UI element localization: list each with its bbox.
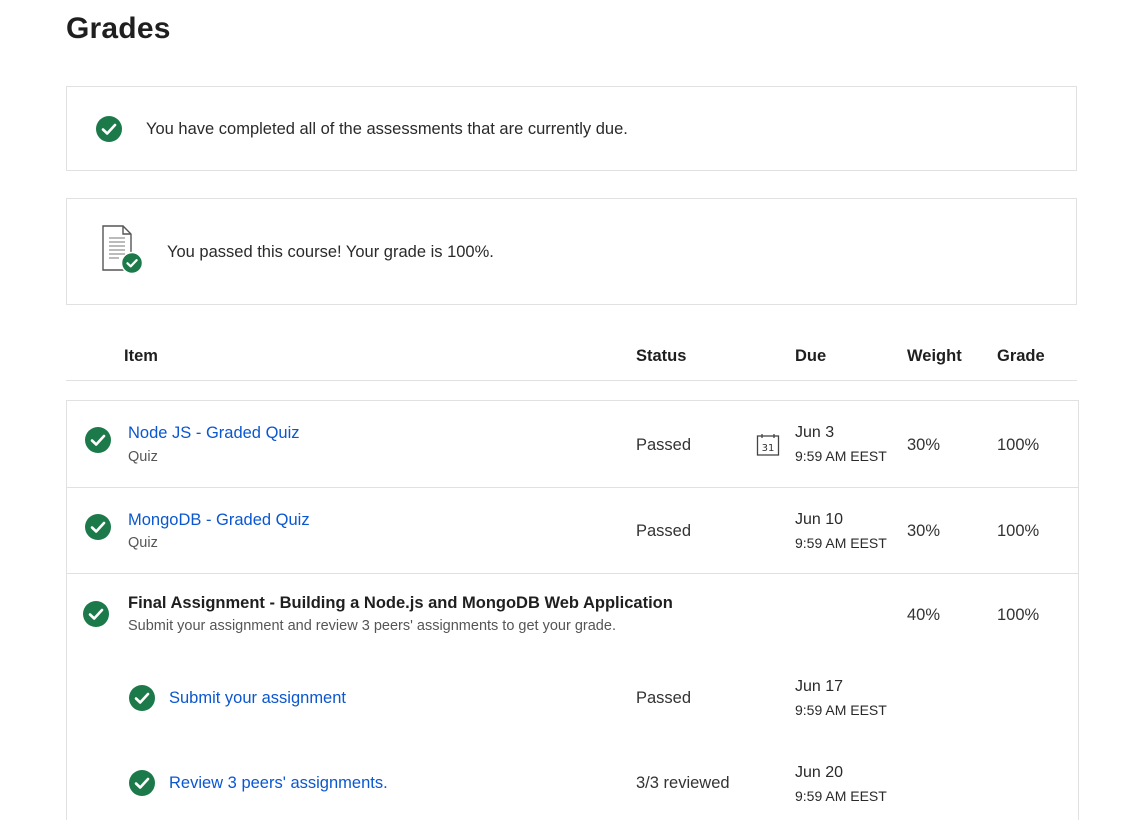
column-header-weight: Weight xyxy=(907,347,962,365)
assessments-complete-message: You have completed all of the assessment… xyxy=(146,120,628,138)
item-grade: 100% xyxy=(997,436,1040,454)
due-date: Jun 17 xyxy=(795,678,844,695)
check-circle-icon xyxy=(83,601,109,627)
due-time: 9:59 AM EEST xyxy=(795,788,887,804)
column-header-grade: Grade xyxy=(997,347,1045,365)
submit-assignment-link[interactable]: Submit your assignment xyxy=(169,689,346,708)
document-check-icon xyxy=(99,224,145,276)
item-grade: 100% xyxy=(997,522,1040,540)
due-time: 9:59 AM EEST xyxy=(795,448,887,464)
table-row: Node JS - Graded Quiz Quiz Passed 31 Jun… xyxy=(67,401,1078,488)
due-time: 9:59 AM EEST xyxy=(795,535,887,551)
due-date: Jun 3 xyxy=(795,424,835,441)
due-date: Jun 10 xyxy=(795,511,844,528)
check-circle-icon xyxy=(129,770,155,796)
item-type: Quiz xyxy=(128,449,158,465)
check-circle-icon xyxy=(85,514,111,540)
due-time: 9:59 AM EEST xyxy=(795,702,887,718)
assessments-complete-banner: You have completed all of the assessment… xyxy=(66,86,1077,171)
column-header-item: Item xyxy=(124,347,158,365)
check-circle-icon xyxy=(96,116,122,142)
due-date: Jun 20 xyxy=(795,764,844,781)
check-circle-icon xyxy=(129,685,155,711)
table-row: MongoDB - Graded Quiz Quiz Passed Jun 10… xyxy=(67,488,1078,574)
item-weight: 30% xyxy=(907,522,941,540)
table-row: Final Assignment - Building a Node.js an… xyxy=(67,574,1078,834)
item-type: Quiz xyxy=(128,535,158,551)
grades-table: Node JS - Graded Quiz Quiz Passed 31 Jun… xyxy=(66,400,1079,820)
item-weight: 40% xyxy=(907,606,941,624)
calendar-icon: 31 xyxy=(756,433,780,456)
column-header-status: Status xyxy=(636,347,687,365)
column-header-due: Due xyxy=(795,347,827,365)
review-peers-link[interactable]: Review 3 peers' assignments. xyxy=(169,774,388,793)
final-assignment-description: Submit your assignment and review 3 peer… xyxy=(128,618,616,634)
item-grade: 100% xyxy=(997,606,1040,624)
item-status: 3/3 reviewed xyxy=(636,774,730,792)
check-circle-icon xyxy=(85,427,111,453)
item-status: Passed xyxy=(636,689,692,707)
course-passed-banner: You passed this course! Your grade is 10… xyxy=(66,198,1077,305)
page-title: Grades xyxy=(66,12,171,45)
item-status: Passed xyxy=(636,436,692,454)
course-passed-message: You passed this course! Your grade is 10… xyxy=(167,243,494,261)
calendar-day: 31 xyxy=(762,443,775,454)
item-weight: 30% xyxy=(907,436,941,454)
item-link-mongodb-quiz[interactable]: MongoDB - Graded Quiz xyxy=(128,511,310,530)
grades-table-header: Item Status Due Weight Grade xyxy=(66,332,1077,381)
item-link-node-js-quiz[interactable]: Node JS - Graded Quiz xyxy=(128,424,300,443)
item-status: Passed xyxy=(636,522,692,540)
final-assignment-title: Final Assignment - Building a Node.js an… xyxy=(128,594,673,612)
